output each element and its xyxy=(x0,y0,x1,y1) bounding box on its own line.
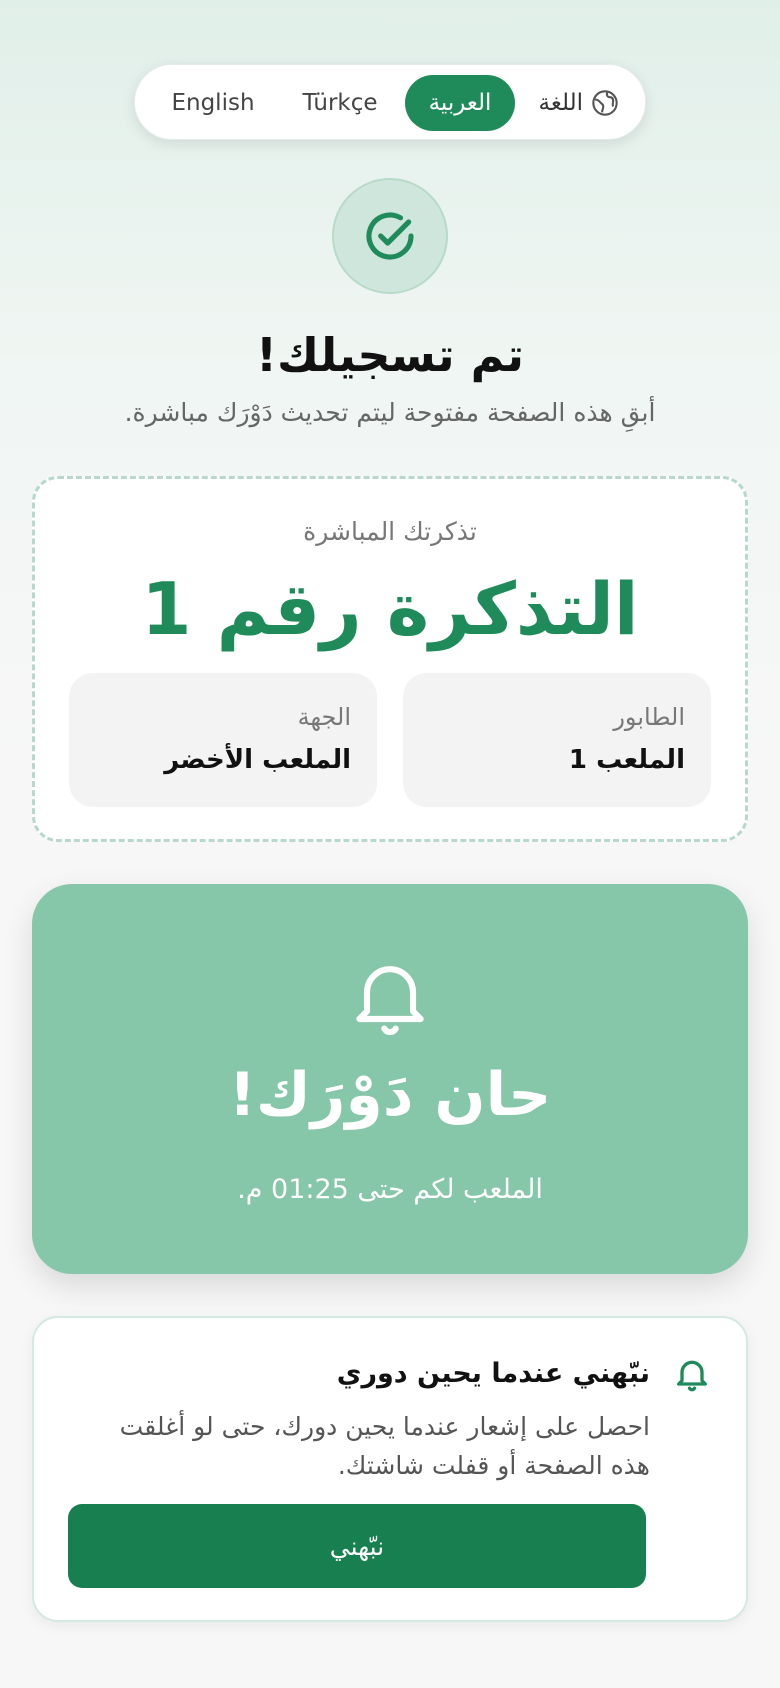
notify-title: نبّهني عندما يحين دوري xyxy=(336,1358,650,1389)
success-badge xyxy=(332,178,448,294)
queue-label: الطابور xyxy=(613,703,685,731)
language-label-text: اللغة xyxy=(538,90,583,116)
destination-label: الجهة xyxy=(297,703,351,731)
turn-alert-card: حان دَوْرَك! الملعب لكم حتى 01:25 م. xyxy=(32,884,748,1274)
notify-description: احصل على إشعار عندما يحين دورك، حتى لو أ… xyxy=(119,1412,650,1480)
turn-subtitle: الملعب لكم حتى 01:25 م. xyxy=(237,1174,543,1205)
bell-icon xyxy=(356,966,424,1036)
language-label: اللغة xyxy=(539,75,619,131)
ticket-number: التذكرة رقم 1 xyxy=(141,567,639,651)
bell-icon xyxy=(677,1360,707,1392)
notify-me-button[interactable]: نبّهني xyxy=(68,1504,646,1588)
language-option-turkish[interactable]: Türkçe xyxy=(285,75,395,131)
ticket-card: تذكرتك المباشرة التذكرة رقم 1 الطابور ال… xyxy=(32,476,748,842)
destination-value: الملعب الأخضر xyxy=(164,745,351,775)
queue-info: الطابور الملعب 1 xyxy=(403,673,711,807)
destination-info: الجهة الملعب الأخضر xyxy=(69,673,377,807)
globe-icon xyxy=(592,90,618,116)
queue-value: الملعب 1 xyxy=(568,745,685,775)
turn-title: حان دَوْرَك! xyxy=(228,1060,552,1130)
language-option-english[interactable]: English xyxy=(157,75,269,131)
page-title: تم تسجيلك! xyxy=(256,328,524,382)
notify-card: نبّهني عندما يحين دوري احصل على إشعار عن… xyxy=(32,1316,748,1622)
language-option-arabic[interactable]: العربية xyxy=(405,75,515,131)
check-circle-icon xyxy=(366,212,414,260)
ticket-label: تذكرتك المباشرة xyxy=(303,517,477,546)
page-subtitle: أبقِ هذه الصفحة مفتوحة ليتم تحديث دَوْرَ… xyxy=(124,398,656,427)
language-selector: اللغة العربية Türkçe English xyxy=(134,64,646,140)
